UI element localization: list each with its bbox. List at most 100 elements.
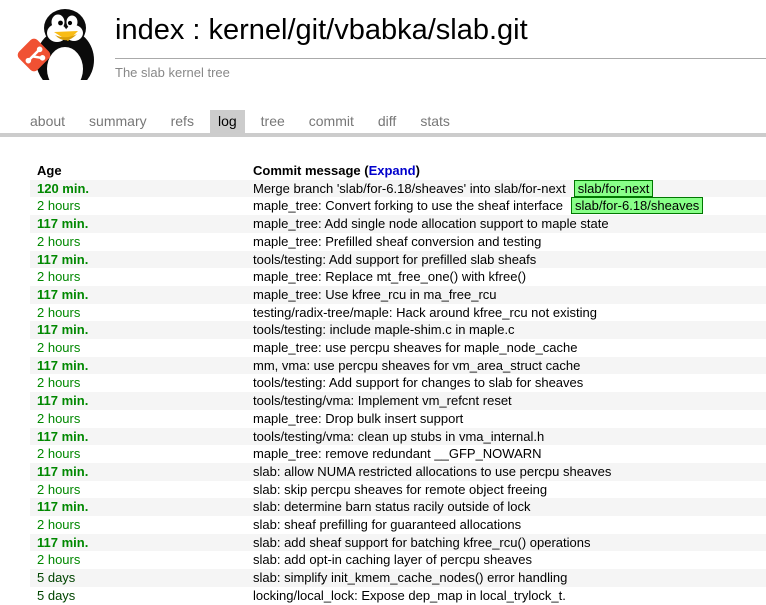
tab-commit[interactable]: commit [301,110,362,133]
commit-age-text: 2 hours [37,411,80,426]
commit-message-link[interactable]: maple_tree: Replace mt_free_one() with k… [253,269,526,284]
commit-message-cell: maple_tree: Replace mt_free_one() with k… [246,268,766,286]
commit-row: 117 min. slab: add sheaf support for bat… [30,534,766,552]
commit-row: 5 days locking/local_lock: Expose dep_ma… [30,587,766,605]
commit-message-cell: mm, vma: use percpu sheaves for vm_area_… [246,357,766,375]
tab-summary[interactable]: summary [81,110,155,133]
commit-age-text: 2 hours [37,340,80,355]
commit-age-text: 117 min. [37,252,88,267]
commit-row: 2 hours maple_tree: Convert forking to u… [30,197,766,215]
commit-message-link[interactable]: maple_tree: remove redundant __GFP_NOWAR… [253,446,542,461]
commit-message-link[interactable]: slab: allow NUMA restricted allocations … [253,464,611,479]
commit-row: 2 hours maple_tree: Drop bulk insert sup… [30,410,766,428]
commit-message-cell: maple_tree: Use kfree_rcu in ma_free_rcu [246,286,766,304]
commit-row: 2 hours maple_tree: remove redundant __G… [30,445,766,463]
commit-age: 2 hours [30,551,246,569]
tab-about[interactable]: about [22,110,73,133]
commit-age-text: 2 hours [37,234,80,249]
commit-message-cell: slab: determine barn status racily outsi… [246,498,766,516]
commit-log-table: Age Commit message (Expand) 120 min. Mer… [30,162,766,605]
commit-message-link[interactable]: tools/testing: Add support for changes t… [253,375,583,390]
commit-message-link[interactable]: tools/testing: include maple-shim.c in m… [253,322,515,337]
commit-age: 2 hours [30,339,246,357]
commit-message-link[interactable]: mm, vma: use percpu sheaves for vm_area_… [253,358,580,373]
commit-message-link[interactable]: maple_tree: use percpu sheaves for maple… [253,340,578,355]
cgit-logo-link[interactable] [8,8,102,80]
commit-message-link[interactable]: tools/testing/vma: clean up stubs in vma… [253,429,544,444]
commit-age-text: 117 min. [37,358,88,373]
commit-age-text: 117 min. [37,322,88,337]
commit-message-link[interactable]: slab: sheaf prefilling for guaranteed al… [253,517,521,532]
tab-stats[interactable]: stats [412,110,458,133]
commit-message-link[interactable]: maple_tree: Convert forking to use the s… [253,198,563,213]
commit-message-link[interactable]: maple_tree: Prefilled sheaf conversion a… [253,234,541,249]
commit-message-cell: slab: sheaf prefilling for guaranteed al… [246,516,766,534]
commit-row: 5 days slab: simplify init_kmem_cache_no… [30,569,766,587]
commit-message-link[interactable]: slab: determine barn status racily outsi… [253,499,530,514]
commit-age-text: 5 days [37,570,75,585]
commit-row: 2 hours slab: sheaf prefilling for guara… [30,516,766,534]
commit-row: 2 hours slab: add opt-in caching layer o… [30,551,766,569]
commit-message-link[interactable]: testing/radix-tree/maple: Hack around kf… [253,305,597,320]
commit-message-link[interactable]: slab: simplify init_kmem_cache_nodes() e… [253,570,567,585]
tab-log[interactable]: log [210,110,245,133]
commit-age-text: 120 min. [37,181,89,196]
commit-age-text: 117 min. [37,535,88,550]
commit-message-cell: maple_tree: use percpu sheaves for maple… [246,339,766,357]
commit-message-link[interactable]: maple_tree: Drop bulk insert support [253,411,463,426]
commit-message-link[interactable]: Merge branch 'slab/for-6.18/sheaves' int… [253,181,566,196]
expand-link[interactable]: Expand [369,163,416,178]
page-title: index : kernel/git/vbabka/slab.git [115,8,766,58]
log-table-header-row: Age Commit message (Expand) [30,162,766,180]
commit-age: 117 min. [30,534,246,552]
commit-message-cell: maple_tree: Drop bulk insert support [246,410,766,428]
commit-message-cell: maple_tree: Convert forking to use the s… [246,197,766,215]
commit-row: 117 min. slab: allow NUMA restricted all… [30,463,766,481]
commit-age-text: 117 min. [37,216,88,231]
branch-decoration-badge[interactable]: slab/for-next [574,180,654,197]
commit-message-link[interactable]: maple_tree: Add single node allocation s… [253,216,609,231]
commit-message-link[interactable]: tools/testing: Add support for prefilled… [253,252,536,267]
cgit-page: index : kernel/git/vbabka/slab.git The s… [0,0,766,605]
commit-age-text: 5 days [37,588,75,603]
tab-diff[interactable]: diff [370,110,404,133]
commit-row: 117 min. tools/testing/vma: Implement vm… [30,392,766,410]
repo-header: index : kernel/git/vbabka/slab.git The s… [0,0,766,82]
nav-tabs: about summary refslogtree commit diff stats [0,110,766,137]
commit-row: 117 min. slab: determine barn status rac… [30,498,766,516]
commit-message-link[interactable]: slab: skip percpu sheaves for remote obj… [253,482,547,497]
commit-row: 117 min. maple_tree: Add single node all… [30,215,766,233]
commit-row: 2 hours maple_tree: Replace mt_free_one(… [30,268,766,286]
commit-age-text: 2 hours [37,482,80,497]
branch-decoration-badge[interactable]: slab/for-6.18/sheaves [571,197,703,214]
commit-row: 117 min. mm, vma: use percpu sheaves for… [30,357,766,375]
commit-header-prefix: Commit message ( [253,163,369,178]
commit-age: 117 min. [30,428,246,446]
commit-message-link[interactable]: maple_tree: Use kfree_rcu in ma_free_rcu [253,287,497,302]
commit-row: 2 hours slab: skip percpu sheaves for re… [30,481,766,499]
commit-row: 2 hours testing/radix-tree/maple: Hack a… [30,304,766,322]
commit-age: 2 hours [30,268,246,286]
repo-description: The slab kernel tree [115,58,766,82]
commit-age: 2 hours [30,481,246,499]
commit-age-text: 2 hours [37,305,80,320]
tab-tree[interactable]: tree [253,110,293,133]
commit-age: 117 min. [30,251,246,269]
commit-row: 2 hours maple_tree: use percpu sheaves f… [30,339,766,357]
tab-refs[interactable]: refs [163,110,202,133]
tux-git-logo-icon [8,8,102,80]
commit-age: 117 min. [30,357,246,375]
commit-message-cell: tools/testing: Add support for changes t… [246,374,766,392]
commit-message-cell: testing/radix-tree/maple: Hack around kf… [246,304,766,322]
commit-message-link[interactable]: locking/local_lock: Expose dep_map in lo… [253,588,566,603]
commit-message-link[interactable]: tools/testing/vma: Implement vm_refcnt r… [253,393,512,408]
commit-message-link[interactable]: slab: add sheaf support for batching kfr… [253,535,590,550]
commit-age: 2 hours [30,233,246,251]
commit-age-text: 2 hours [37,552,80,567]
commit-row: 117 min. tools/testing: include maple-sh… [30,321,766,339]
commit-age: 2 hours [30,516,246,534]
commit-age: 2 hours [30,374,246,392]
commit-message-cell: slab: skip percpu sheaves for remote obj… [246,481,766,499]
commit-message-link[interactable]: slab: add opt-in caching layer of percpu… [253,552,532,567]
commit-message-cell: maple_tree: remove redundant __GFP_NOWAR… [246,445,766,463]
